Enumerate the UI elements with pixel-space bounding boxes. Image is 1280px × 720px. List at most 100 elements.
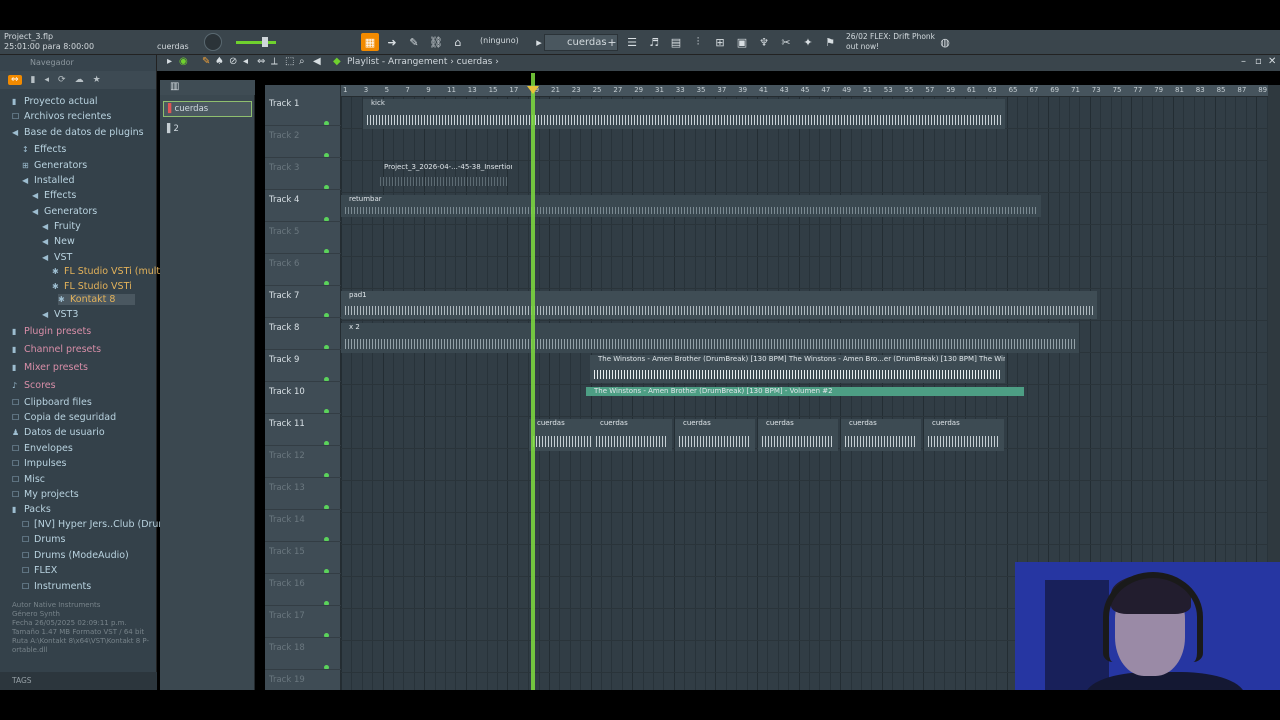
tree-item-new[interactable]: ◀ New (42, 236, 75, 247)
track-label[interactable]: Track 4 (269, 195, 299, 205)
track-label[interactable]: Track 3 (269, 163, 299, 173)
track-lane[interactable] (341, 257, 1270, 289)
track-label[interactable]: Track 16 (269, 579, 305, 589)
tree-item-channel-presets[interactable]: ▮ Channel presets (12, 344, 101, 355)
playlist-icon[interactable]: ▦ (361, 33, 379, 51)
mixer-icon[interactable]: ⫶ (689, 33, 707, 51)
tree-item-mixer-presets[interactable]: ▮ Mixer presets (12, 362, 88, 373)
news-ticker[interactable]: 26/02 FLEX: Drift Phonk out now! (846, 32, 935, 52)
tree-item-generators[interactable]: ◀ Generators (32, 206, 97, 217)
play-icon[interactable]: ▸ (167, 56, 172, 67)
playlist-view-icon[interactable]: ☰ (623, 33, 641, 51)
arrow-icon[interactable]: ➜ (383, 33, 401, 51)
playhead[interactable] (531, 73, 535, 690)
clip-cuerdas[interactable]: cuerdas (841, 419, 921, 451)
slice-tool-icon[interactable]: ⟂ (271, 56, 278, 67)
browser-refresh-icon[interactable]: ⟳ (58, 75, 66, 85)
track-label[interactable]: Track 11 (269, 419, 305, 429)
snap-selector[interactable]: (ninguno) (480, 36, 519, 45)
track-label[interactable]: Track 9 (269, 355, 299, 365)
track-label[interactable]: Track 6 (269, 259, 299, 269)
clip-amen-volume[interactable]: The Winstons - Amen Brother (DrumBreak) … (586, 387, 1024, 396)
browser-files-icon[interactable]: ▮ (31, 75, 36, 85)
track-label[interactable]: Track 18 (269, 643, 305, 653)
track-label[interactable]: Track 5 (269, 227, 299, 237)
routing-icon[interactable]: ⊞ (711, 33, 729, 51)
zoom-tool-icon[interactable]: ⌕ (299, 56, 305, 67)
track-label[interactable]: Track 19 (269, 675, 305, 685)
tree-item-installed[interactable]: ◀ Installed (22, 175, 74, 186)
tree-item-flex[interactable]: ☐ FLEX (22, 565, 57, 576)
mute-tool-icon[interactable]: ◂ (243, 56, 248, 67)
track-label[interactable]: Track 1 (269, 99, 299, 109)
maximize-icon[interactable]: ▫ (1255, 56, 1262, 67)
add-pattern-icon[interactable]: + (603, 33, 621, 51)
track-label[interactable]: Track 13 (269, 483, 305, 493)
clip-cuerdas[interactable]: cuerdas (592, 419, 672, 451)
tree-item-misc[interactable]: ☐ Misc (12, 474, 45, 485)
select-tool-icon[interactable]: ⬚ (285, 56, 294, 67)
track-label[interactable]: Track 2 (269, 131, 299, 141)
wrench-icon[interactable]: ✂ (777, 33, 795, 51)
track-lane[interactable] (341, 513, 1270, 545)
picker-item-cuerdas[interactable]: ▌cuerdas (163, 101, 252, 117)
playback-tool-icon[interactable]: ◀ (313, 56, 321, 67)
tree-item-kontakt-8[interactable]: ✱ Kontakt 8 (58, 294, 136, 305)
tree-item-drums-modeaudio-[interactable]: ☐ Drums (ModeAudio) (22, 550, 129, 561)
tree-item-fl-studio-vsti[interactable]: ✱ FL Studio VSTi (52, 281, 132, 292)
clip-x2[interactable]: x 2 (341, 323, 1079, 353)
browser-all-icon[interactable]: ⇔ (8, 75, 22, 85)
clip-cuerdas[interactable]: cuerdas (675, 419, 755, 451)
track-label[interactable]: Track 14 (269, 515, 305, 525)
tree-item-my-projects[interactable]: ☐ My projects (12, 489, 79, 500)
master-volume-handle[interactable] (262, 37, 268, 47)
plug-icon[interactable]: ♆ (755, 33, 773, 51)
tree-item-drums[interactable]: ☐ Drums (22, 534, 65, 545)
arrangement-icon[interactable]: ◆ (333, 56, 341, 67)
tree-item-instruments[interactable]: ☐ Instruments (22, 581, 91, 592)
track-label[interactable]: Track 15 (269, 547, 305, 557)
slip-tool-icon[interactable]: ⇔ (257, 56, 265, 67)
tree-item-vst3[interactable]: ◀ VST3 (42, 309, 78, 320)
tree-item-base-de-datos-de-plugins[interactable]: ◀ Base de datos de plugins (12, 127, 144, 138)
browser-back-icon[interactable]: ◂ (45, 75, 50, 85)
close-icon[interactable]: ✕ (1268, 56, 1276, 67)
magnet-icon[interactable]: ◉ (179, 56, 188, 67)
track-lane[interactable] (341, 449, 1270, 481)
cart-icon[interactable]: ⚑ (821, 33, 839, 51)
clip-pad1[interactable]: pad1 (341, 291, 1097, 319)
clip-retumbar[interactable]: retumbar (341, 195, 1041, 217)
piano-roll-icon[interactable]: ♬ (645, 33, 663, 51)
tree-item-fl-studio-vsti-multi-[interactable]: ✱ FL Studio VSTi (multi) (52, 266, 166, 277)
clipboard-icon[interactable]: ▣ (733, 33, 751, 51)
minimize-icon[interactable]: – (1241, 56, 1246, 67)
picker-item-2[interactable]: ▌2 (163, 122, 252, 138)
track-label[interactable]: Track 12 (269, 451, 305, 461)
track-label[interactable]: Track 8 (269, 323, 299, 333)
paint-tool-icon[interactable]: ♠ (215, 56, 224, 67)
tree-item-effects[interactable]: ◀ Effects (32, 190, 76, 201)
clip-cuerdas[interactable]: cuerdas (924, 419, 1004, 451)
clip-amen-break[interactable]: The Winstons - Amen Brother (DrumBreak) … (590, 355, 1005, 383)
tree-item-packs[interactable]: ▮ Packs (12, 504, 51, 515)
master-volume-slider[interactable] (236, 41, 276, 44)
delete-tool-icon[interactable]: ⊘ (229, 56, 237, 67)
clip-project3[interactable]: Project_3_2026-04-...-45-38_Insertion 2 (376, 163, 512, 189)
tools-icon[interactable]: ✦ (799, 33, 817, 51)
link-icon[interactable]: ⛓ (427, 33, 445, 51)
track-lane[interactable] (341, 129, 1270, 161)
track-lane[interactable] (341, 481, 1270, 513)
track-label[interactable]: Track 17 (269, 611, 305, 621)
tree-item-fruity[interactable]: ◀ Fruity (42, 221, 81, 232)
tree-item-effects[interactable]: ↕ Effects (22, 144, 66, 155)
globe-icon[interactable]: ◍ (936, 33, 954, 51)
tree-item-archivos-recientes[interactable]: ☐ Archivos recientes (12, 111, 111, 122)
pen-icon[interactable]: ✎ (405, 33, 423, 51)
browser-cloud-icon[interactable]: ☁ (75, 75, 84, 85)
stamp-icon[interactable]: ⌂ (449, 33, 467, 51)
master-pitch-knob[interactable] (204, 33, 222, 51)
tags-bar[interactable]: TAGS (0, 672, 157, 690)
clip-cuerdas[interactable]: cuerdas (758, 419, 838, 451)
tree-item-datos-de-usuario[interactable]: ♟ Datos de usuario (12, 427, 105, 438)
draw-tool-icon[interactable]: ✎ (202, 56, 210, 67)
